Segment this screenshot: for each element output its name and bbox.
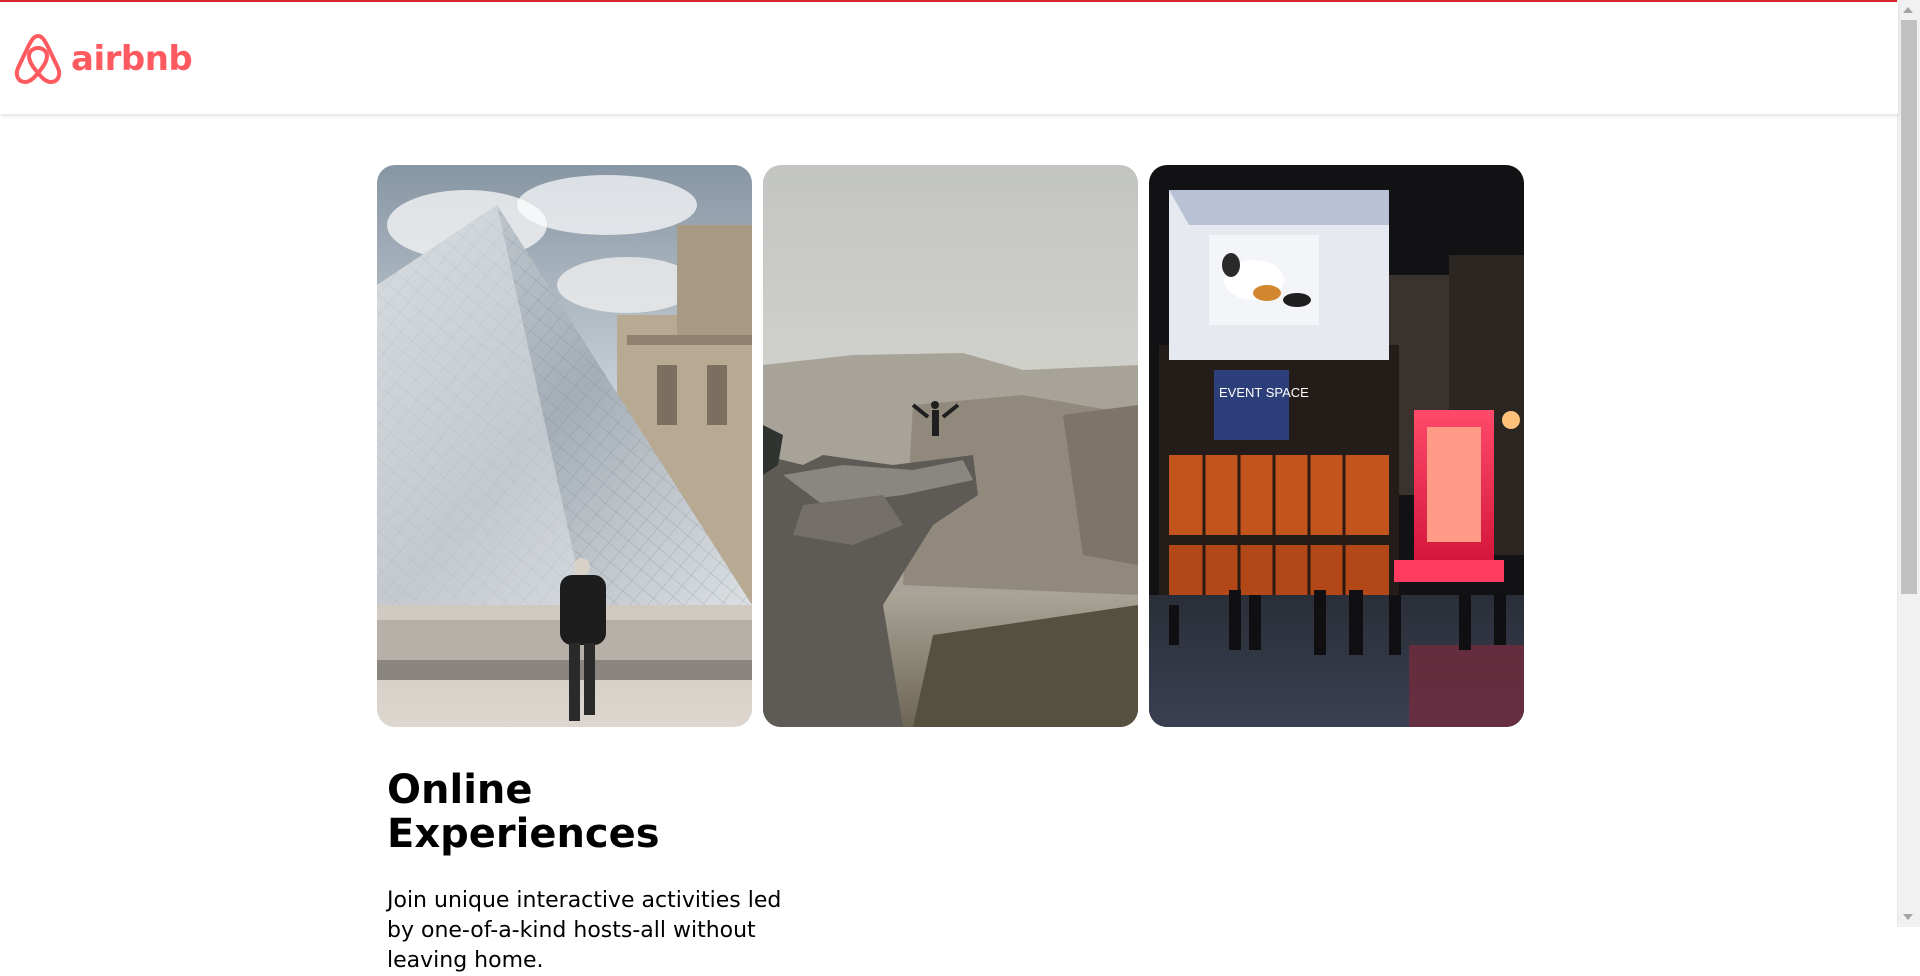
mountain-cliff-photo [763,165,1138,727]
navbar: airbnb [0,2,1898,114]
online-experiences-section: Online Experiences Join unique interacti… [387,768,807,976]
scroll-up-arrow-icon[interactable] [1903,7,1913,13]
scroll-down-arrow-icon[interactable] [1903,914,1913,920]
event-space-sign: EVENT SPACE [1219,385,1309,400]
airbnb-belo-icon [14,34,62,84]
page-title: Online Experiences [387,767,660,857]
airbnb-logo-link[interactable]: airbnb [13,32,193,86]
night-city-billboard-photo: EVENT SPACE [1149,165,1524,727]
scrollbar-thumb[interactable] [1901,20,1917,594]
glass-pyramid-photo [377,165,752,727]
photo-gallery: EVENT SPACE [377,165,1524,727]
vertical-scrollbar[interactable] [1897,0,1920,927]
section-description: Join unique interactive activities led b… [387,888,782,973]
brand-name: airbnb [71,39,193,79]
